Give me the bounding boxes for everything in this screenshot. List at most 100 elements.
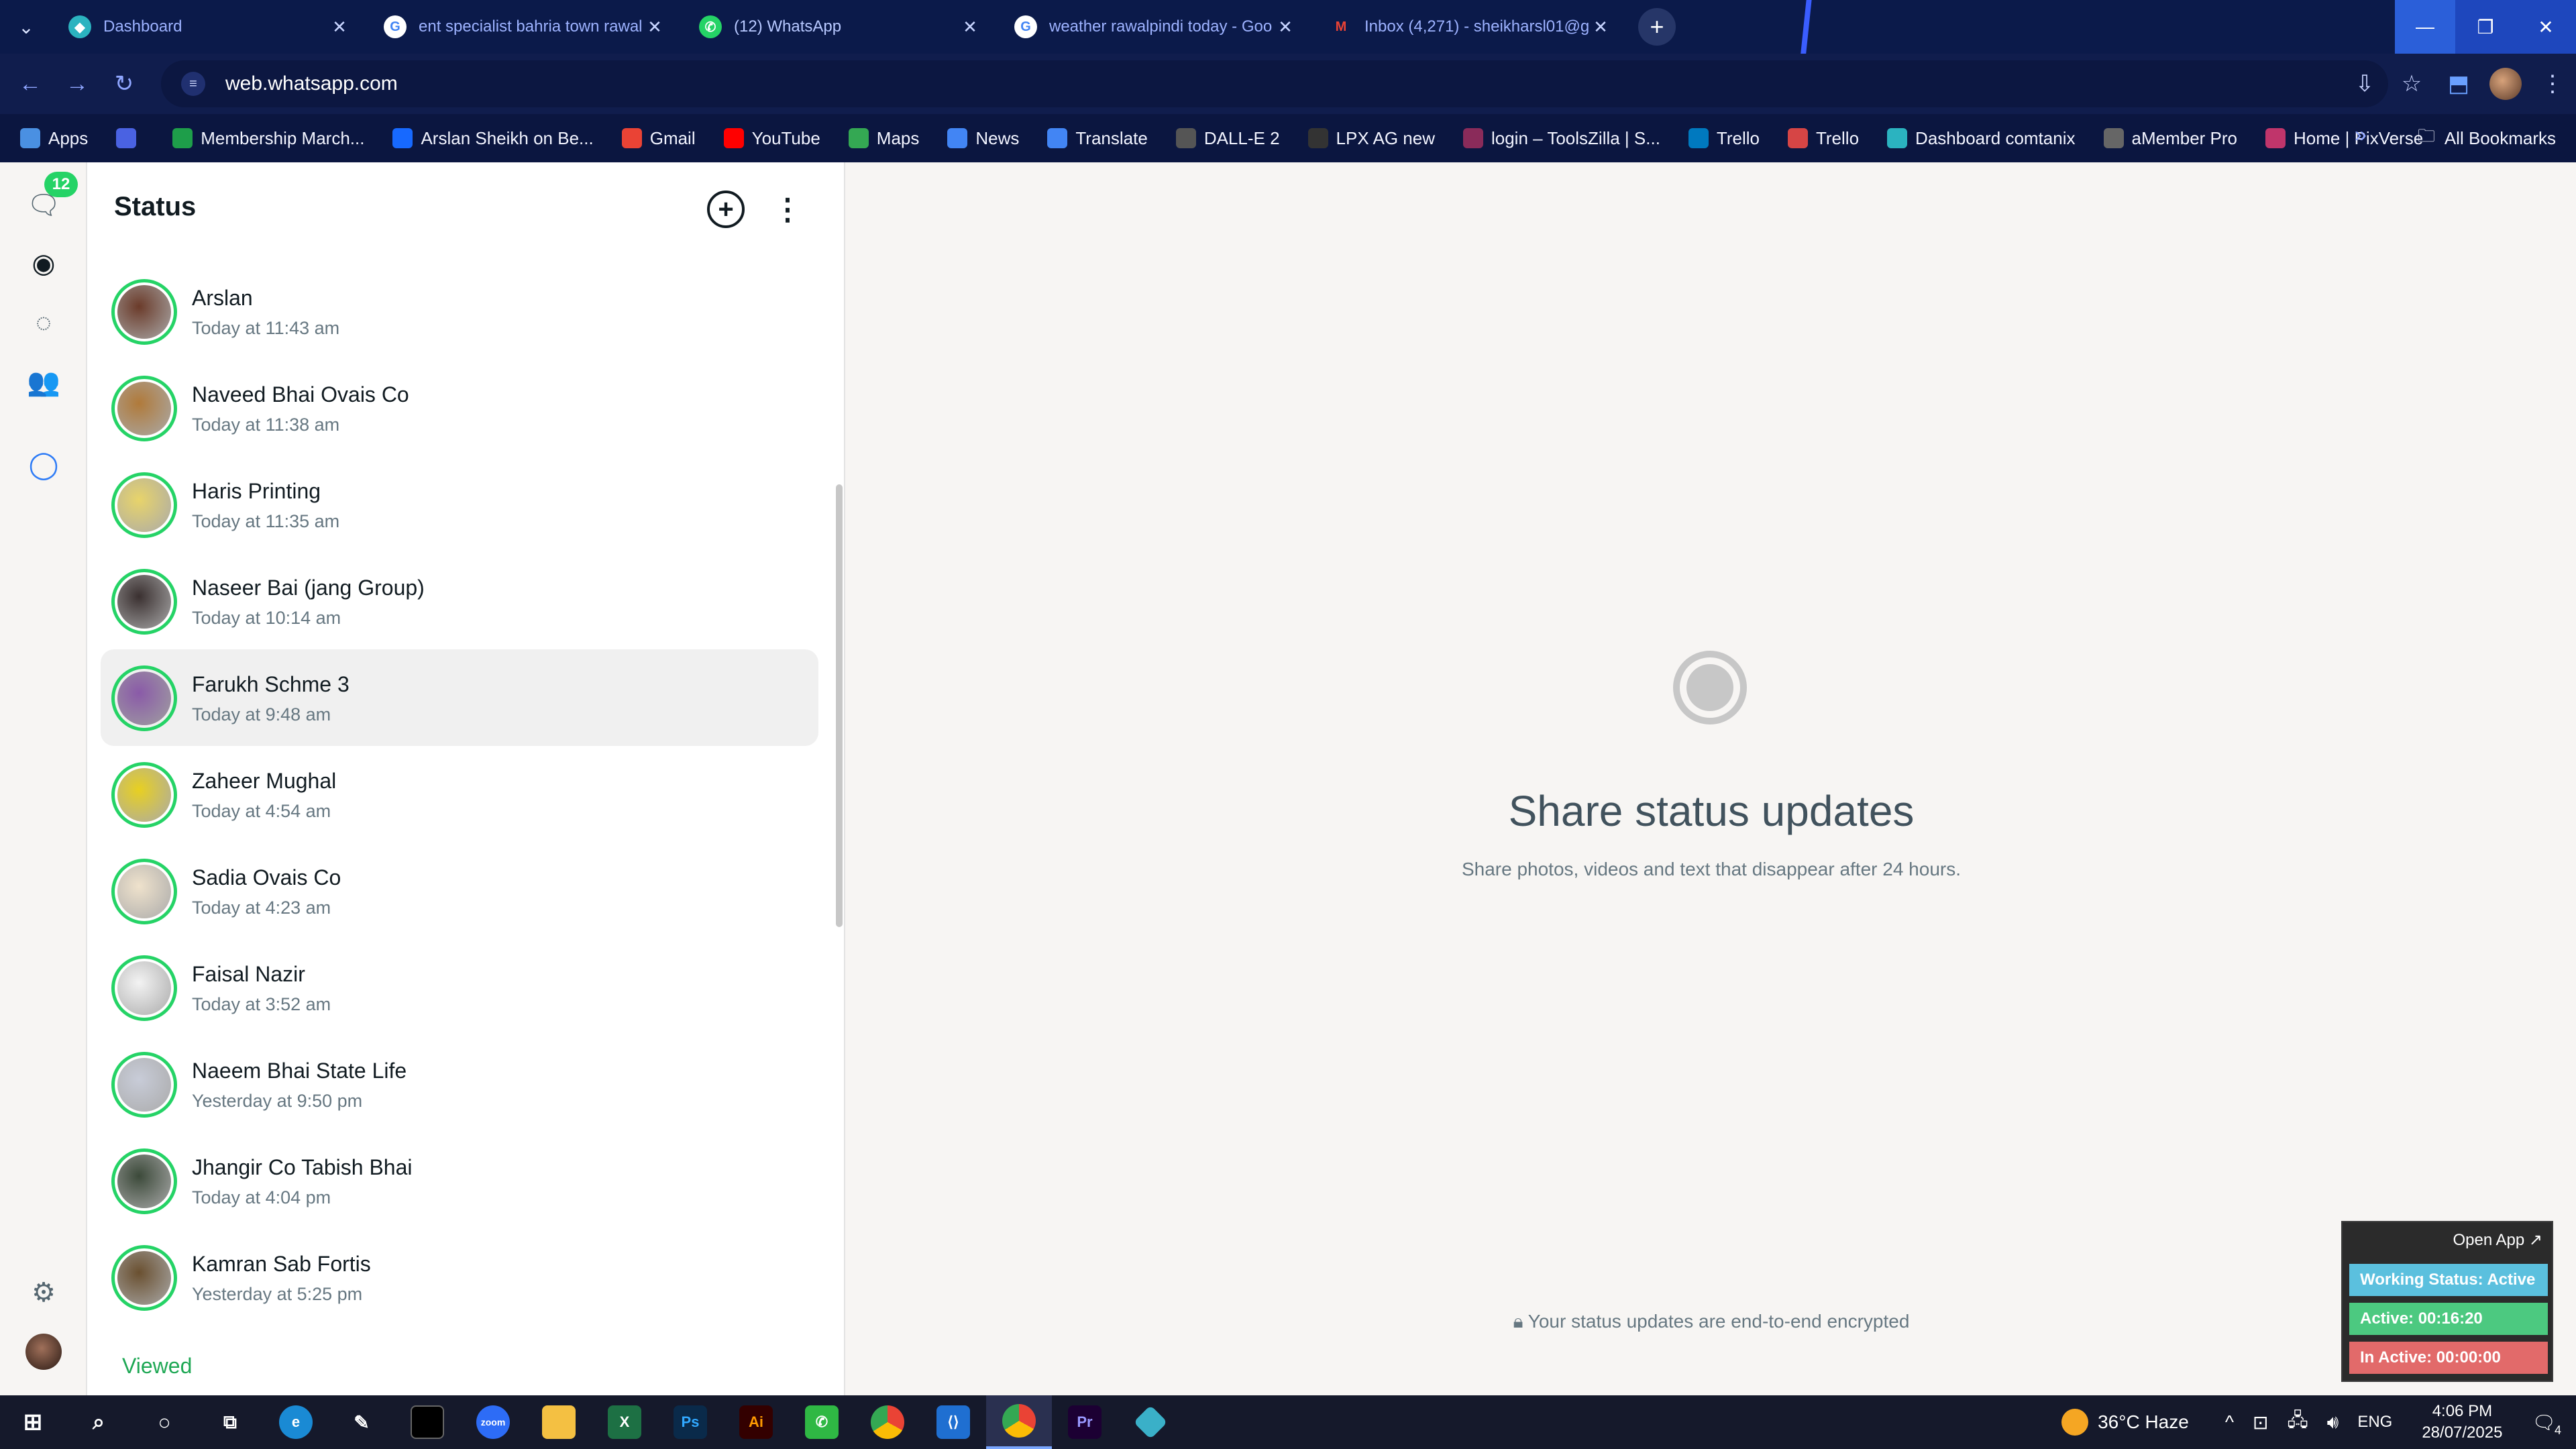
- status-row[interactable]: Naseer Bai (jang Group) Today at 10:14 am: [101, 553, 818, 649]
- bookmark-item[interactable]: aMember Pro: [2103, 128, 2237, 149]
- browser-tab[interactable]: Gent specialist bahria town rawal ✕: [368, 0, 683, 54]
- bookmark-item[interactable]: LPX AG new: [1307, 128, 1435, 149]
- system-tray: 36°C Haze ^ ⊡ 🖧︎ 🔊︎ ENG 4:06 PM 28/07/20…: [2061, 1395, 2576, 1449]
- file-explorer-icon[interactable]: [526, 1395, 592, 1449]
- bookmark-item[interactable]: Home | PixVerse: [2265, 128, 2423, 149]
- bookmark-item[interactable]: YouTube: [723, 128, 820, 149]
- pen-tool-icon[interactable]: ✎: [329, 1395, 394, 1449]
- all-bookmarks-button[interactable]: 🗀 All Bookmarks: [2418, 114, 2556, 162]
- bookmark-star-icon[interactable]: ☆: [2388, 60, 2435, 107]
- add-status-button[interactable]: +: [707, 191, 745, 228]
- status-ring: [111, 762, 177, 828]
- channels-icon[interactable]: ◌: [25, 305, 62, 341]
- clock[interactable]: 4:06 PM 28/07/2025: [2422, 1401, 2502, 1444]
- communities-icon[interactable]: 👥: [25, 364, 62, 400]
- close-tab-icon[interactable]: ✕: [1273, 17, 1297, 38]
- profile-icon[interactable]: [25, 1334, 62, 1370]
- browser-tab[interactable]: ✆ (12) WhatsApp ✕: [683, 0, 998, 54]
- bookmark-item[interactable]: Arslan Sheikh on Be...: [392, 128, 594, 149]
- extensions-icon[interactable]: ⬒: [2435, 60, 2482, 107]
- volume-icon[interactable]: 🔊︎: [2327, 1411, 2339, 1434]
- restore-button[interactable]: ❐: [2455, 0, 2516, 54]
- reload-button[interactable]: ↻: [101, 60, 148, 107]
- browser-tab[interactable]: Gweather rawalpindi today - Goo ✕: [998, 0, 1313, 54]
- status-row[interactable]: Zaheer Mughal Today at 4:54 am: [101, 746, 818, 843]
- illustrator-icon[interactable]: Ai: [723, 1395, 789, 1449]
- minimize-button[interactable]: —: [2395, 0, 2455, 54]
- meta-ai-icon[interactable]: ◯: [25, 447, 62, 483]
- status-row[interactable]: Arslan Today at 11:43 am: [101, 263, 818, 360]
- forward-button[interactable]: →: [54, 60, 101, 107]
- excel-icon[interactable]: X: [592, 1395, 657, 1449]
- tray-app-icon[interactable]: ⊡: [2253, 1411, 2268, 1434]
- bookmark-icon: [20, 128, 40, 148]
- bookmark-item[interactable]: Trello: [1688, 128, 1760, 149]
- close-tab-icon[interactable]: ✕: [1589, 17, 1613, 38]
- bookmark-item[interactable]: Apps: [20, 128, 88, 149]
- photoshop-icon[interactable]: Ps: [657, 1395, 723, 1449]
- bookmark-icon: [723, 128, 744, 148]
- avatar: [117, 575, 171, 629]
- close-tab-icon[interactable]: ✕: [327, 17, 352, 38]
- bookmark-item[interactable]: Membership March...: [172, 128, 364, 149]
- install-app-icon[interactable]: ⇩: [2341, 60, 2388, 107]
- site-info-icon[interactable]: ≡: [181, 72, 205, 96]
- status-row[interactable]: Farukh Schme 3 Today at 9:48 am: [101, 649, 818, 746]
- status-list-scrollbar[interactable]: [836, 484, 843, 927]
- status-icon[interactable]: ◉: [25, 246, 62, 282]
- vscode-icon[interactable]: ⟨⟩: [920, 1395, 986, 1449]
- status-row[interactable]: Naveed Bhai Ovais Co Today at 11:38 am: [101, 360, 818, 456]
- contact-name: Arslan: [192, 286, 253, 310]
- browser-menu-icon[interactable]: ⋮: [2529, 60, 2576, 107]
- browser-tab[interactable]: ◆ Dashboard ✕: [52, 0, 368, 54]
- new-tab-button[interactable]: +: [1638, 8, 1676, 46]
- open-app-link[interactable]: Open App ↗: [2453, 1230, 2542, 1250]
- status-row[interactable]: Kamran Sab Fortis Yesterday at 5:25 pm: [101, 1229, 818, 1326]
- status-time: Today at 4:54 am: [192, 801, 331, 821]
- status-row[interactable]: Haris Printing Today at 11:35 am: [101, 456, 818, 553]
- tab-search-chevron-icon[interactable]: ⌄: [0, 0, 52, 54]
- profile-avatar[interactable]: [2489, 68, 2522, 100]
- language-indicator[interactable]: ENG: [2357, 1413, 2392, 1432]
- cortana-icon[interactable]: ○: [131, 1395, 197, 1449]
- status-row[interactable]: Jhangir Co Tabish Bhai Today at 4:04 pm: [101, 1132, 818, 1229]
- weather-widget[interactable]: 36°C Haze: [2061, 1409, 2189, 1436]
- panel-menu-icon[interactable]: ⋮: [773, 191, 802, 228]
- bookmark-item[interactable]: Gmail: [621, 128, 696, 149]
- settings-icon[interactable]: ⚙: [25, 1275, 62, 1311]
- avatar: [117, 478, 171, 532]
- premiere-icon[interactable]: Pr: [1052, 1395, 1118, 1449]
- address-bar[interactable]: ≡ web.whatsapp.com: [161, 60, 2388, 107]
- app-diamond-icon[interactable]: [1118, 1395, 1183, 1449]
- phone-link-icon[interactable]: ✆: [789, 1395, 855, 1449]
- bookmark-icon: [621, 128, 642, 148]
- back-button[interactable]: ←: [7, 60, 54, 107]
- terminal-icon[interactable]: [394, 1395, 460, 1449]
- bookmarks-overflow-button[interactable]: »: [2355, 122, 2367, 147]
- notifications-icon[interactable]: 🗨︎ 4: [2532, 1411, 2561, 1437]
- bookmark-item[interactable]: News: [947, 128, 1019, 149]
- close-tab-icon[interactable]: ✕: [958, 17, 982, 38]
- task-view-icon[interactable]: ⧉: [197, 1395, 263, 1449]
- status-row[interactable]: Sadia Ovais Co Today at 4:23 am: [101, 843, 818, 939]
- bookmark-item[interactable]: DALL-E 2: [1175, 128, 1280, 149]
- bookmark-item[interactable]: login – ToolsZilla | S...: [1462, 128, 1660, 149]
- browser-tab[interactable]: M Inbox (4,271) - sheikharsl01@g ✕: [1313, 0, 1629, 54]
- tray-chevron-icon[interactable]: ^: [2225, 1411, 2234, 1433]
- status-row[interactable]: Naeem Bhai State Life Yesterday at 9:50 p…: [101, 1036, 818, 1132]
- bookmark-item[interactable]: [116, 128, 144, 148]
- search-icon[interactable]: ⌕: [66, 1395, 131, 1449]
- bookmark-item[interactable]: Trello: [1787, 128, 1859, 149]
- close-tab-icon[interactable]: ✕: [643, 17, 667, 38]
- bookmark-item[interactable]: Translate: [1047, 128, 1148, 149]
- edge-icon[interactable]: e: [263, 1395, 329, 1449]
- start-button[interactable]: ⊞: [0, 1395, 66, 1449]
- chrome-icon[interactable]: [855, 1395, 920, 1449]
- chrome-active-icon[interactable]: [986, 1395, 1052, 1449]
- bookmark-item[interactable]: Dashboard comtanix: [1887, 128, 2076, 149]
- bookmark-item[interactable]: Maps: [848, 128, 919, 149]
- network-icon[interactable]: 🖧︎: [2287, 1406, 2308, 1438]
- zoom-icon[interactable]: zoom: [460, 1395, 526, 1449]
- close-window-button[interactable]: ✕: [2516, 0, 2576, 54]
- status-row[interactable]: Faisal Nazir Today at 3:52 am: [101, 939, 818, 1036]
